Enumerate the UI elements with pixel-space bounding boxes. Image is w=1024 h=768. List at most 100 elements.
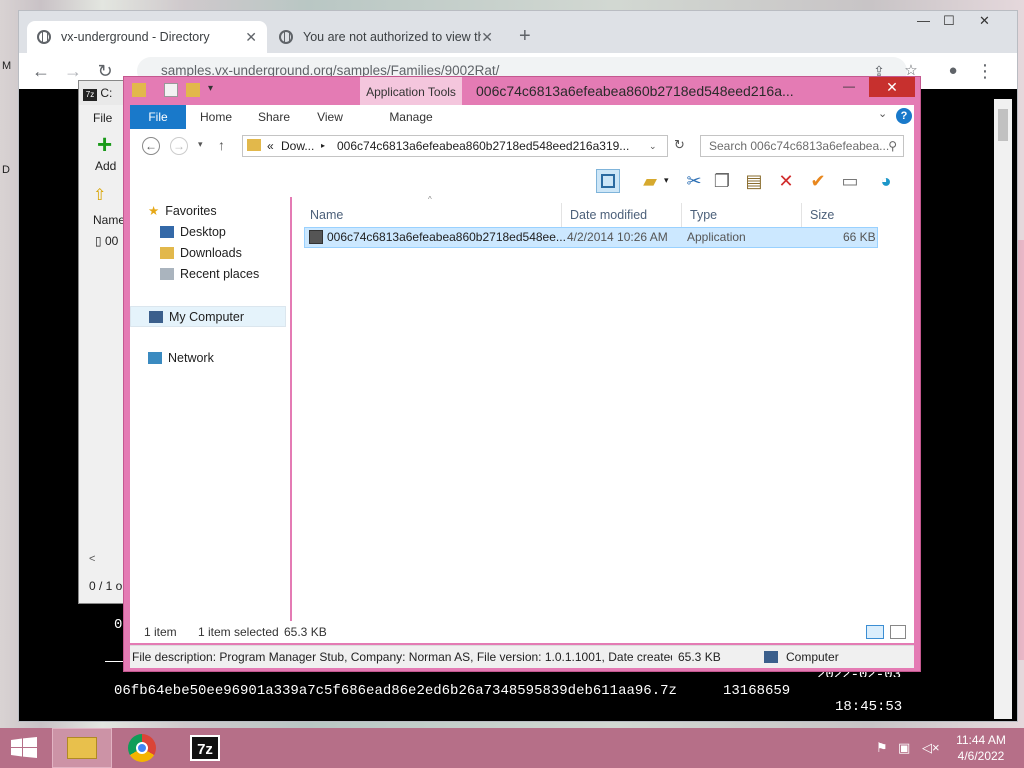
preview-pane-icon[interactable] <box>596 169 620 193</box>
close-tab-icon[interactable]: ✕ <box>481 29 493 46</box>
network-status-icon[interactable]: ▣ <box>898 740 910 756</box>
nav-favorites[interactable]: ★ Favorites <box>130 201 308 222</box>
downloads-folder-icon <box>160 247 174 259</box>
breadcrumb-overflow[interactable]: « <box>267 136 274 156</box>
new-folder-icon[interactable] <box>186 83 200 97</box>
close-window-icon[interactable]: ✕ <box>869 77 915 97</box>
reload-icon[interactable]: ↻ <box>95 61 115 81</box>
tab-file[interactable]: File <box>130 105 186 129</box>
back-icon[interactable]: ← <box>31 61 51 81</box>
menu-file[interactable]: File <box>93 111 112 125</box>
chevron-down-icon[interactable]: ▾ <box>664 175 669 186</box>
star-icon: ★ <box>148 204 160 218</box>
add-button-label[interactable]: Add <box>95 159 116 173</box>
breadcrumb-separator-icon[interactable]: ▸ <box>321 136 325 156</box>
start-button[interactable] <box>10 737 38 759</box>
item-count: 1 item <box>144 625 177 639</box>
scroll-left-icon[interactable]: < <box>89 553 95 565</box>
minimize-icon[interactable]: — <box>836 79 862 99</box>
selection-count: 1 item selected <box>198 625 279 639</box>
minimize-icon[interactable]: — <box>917 13 930 28</box>
column-name[interactable]: Name <box>302 203 562 227</box>
forward-icon[interactable]: → <box>63 61 83 81</box>
taskbar-7zip[interactable]: 7z <box>176 728 236 768</box>
customize-quick-access-icon[interactable]: ▾ <box>208 83 213 94</box>
tab-manage[interactable]: Manage <box>384 105 438 129</box>
column-date-modified[interactable]: Date modified <box>562 203 682 227</box>
expand-ribbon-icon[interactable]: ⌄ <box>878 107 887 120</box>
profile-icon[interactable]: ● <box>943 61 963 81</box>
column-name[interactable]: Name <box>93 213 125 227</box>
delete-icon[interactable]: ✕ <box>774 169 798 193</box>
sevenzip-titlebar[interactable]: 7z C: <box>79 81 129 105</box>
window-title: 006c74c6813a6efeabea860b2718ed548eed216a… <box>476 83 794 99</box>
folder-icon <box>247 139 261 151</box>
checkmark-icon[interactable]: ✔ <box>806 169 830 193</box>
search-input[interactable]: Search 006c74c6813a6efeabea... ⚲ <box>700 135 904 157</box>
sevenzip-icon: 7z <box>190 735 220 761</box>
rename-icon[interactable]: ▭ <box>838 169 862 193</box>
page-scrollbar[interactable] <box>994 99 1012 719</box>
column-type[interactable]: Type <box>682 203 802 227</box>
explorer-titlebar[interactable]: ▾ Application Tools 006c74c6813a6efeabea… <box>124 77 920 105</box>
maximize-icon[interactable]: ☐ <box>943 13 955 29</box>
action-center-flag-icon[interactable]: ⚑ <box>876 740 888 756</box>
refresh-icon[interactable]: ↻ <box>674 137 685 153</box>
copy-icon[interactable]: ❐ <box>710 169 734 193</box>
nav-network[interactable]: Network <box>130 348 308 369</box>
forward-icon[interactable]: → <box>170 137 188 155</box>
new-tab-button[interactable]: + <box>519 25 531 48</box>
browser-tab[interactable]: You are not authorized to view th ✕ <box>269 21 503 53</box>
column-size[interactable]: Size <box>802 203 882 227</box>
up-icon[interactable]: ↑ <box>218 137 225 153</box>
taskbar-chrome[interactable] <box>114 728 174 768</box>
ribbon-tabs: File Home Share View Manage ⌄ ? <box>130 105 914 130</box>
up-folder-icon[interactable]: ⇧ <box>93 185 106 205</box>
divider <box>105 661 125 662</box>
large-icons-view-icon[interactable] <box>890 625 906 639</box>
breadcrumb-current[interactable]: 006c74c6813a6efeabea860b2718ed548eed216a… <box>337 136 629 156</box>
chevron-down-icon[interactable]: ⌄ <box>649 136 657 156</box>
nav-my-computer[interactable]: My Computer <box>130 306 286 327</box>
computer-icon <box>764 651 778 663</box>
sevenzip-title: C: <box>100 86 113 100</box>
cut-icon[interactable]: ✂ <box>682 169 706 193</box>
windows-logo-icon <box>11 737 37 758</box>
breadcrumb-downloads[interactable]: Dow... <box>281 136 314 156</box>
tab-home[interactable]: Home <box>194 105 238 129</box>
tab-title: vx-underground - Directory <box>61 30 210 44</box>
taskbar-file-explorer[interactable] <box>52 728 112 768</box>
browser-tab-active[interactable]: vx-underground - Directory ✕ <box>27 21 267 53</box>
volume-muted-icon[interactable]: ◁× <box>922 740 940 756</box>
move-to-folder-icon[interactable]: ▰ <box>638 169 662 193</box>
menu-icon[interactable]: ⋮ <box>975 61 995 81</box>
status-bar: 1 item 1 item selected 65.3 KB <box>130 621 914 643</box>
help-icon[interactable]: ? <box>896 108 912 124</box>
address-box[interactable]: « Dow... ▸ 006c74c6813a6efeabea860b2718e… <box>242 135 668 157</box>
tab-share[interactable]: Share <box>252 105 296 129</box>
file-name: 006c74c6813a6efeabea860b2718ed548ee... <box>327 230 566 244</box>
desktop-icon <box>160 226 174 238</box>
list-item[interactable]: ▯ 00 <box>95 234 118 248</box>
listing-file-link[interactable]: 06fb64ebe50ee96901a339a7c5f686ead86e2ed6… <box>114 683 677 699</box>
desktop-edge-letter: D <box>2 164 10 176</box>
folder-icon <box>132 83 146 97</box>
table-row[interactable]: 006c74c6813a6efeabea860b2718ed548ee... 4… <box>304 227 878 248</box>
close-window-icon[interactable]: ✕ <box>979 13 990 29</box>
paste-icon[interactable]: ▤ <box>742 169 766 193</box>
close-tab-icon[interactable]: ✕ <box>245 29 257 46</box>
globe-icon <box>279 30 293 44</box>
address-navigation-bar: ← → ▾ ↑ « Dow... ▸ 006c74c6813a6efeabea8… <box>130 129 914 165</box>
listing-text: 0 <box>114 617 123 633</box>
recent-locations-icon[interactable]: ▾ <box>198 139 203 150</box>
add-icon[interactable]: + <box>97 131 112 157</box>
tab-view[interactable]: View <box>308 105 352 129</box>
globe-icon[interactable]: ◕ <box>874 169 898 193</box>
taskbar-clock[interactable]: 11:44 AM 4/6/2022 <box>946 732 1016 766</box>
back-icon[interactable]: ← <box>142 137 160 155</box>
file-type: Application <box>687 230 746 244</box>
details-view-icon[interactable] <box>866 625 884 639</box>
network-icon <box>148 352 162 364</box>
properties-icon[interactable] <box>164 83 178 97</box>
command-bar: ▰ ▾ ✂ ❐ ▤ ✕ ✔ ▭ ◕ <box>130 165 914 197</box>
